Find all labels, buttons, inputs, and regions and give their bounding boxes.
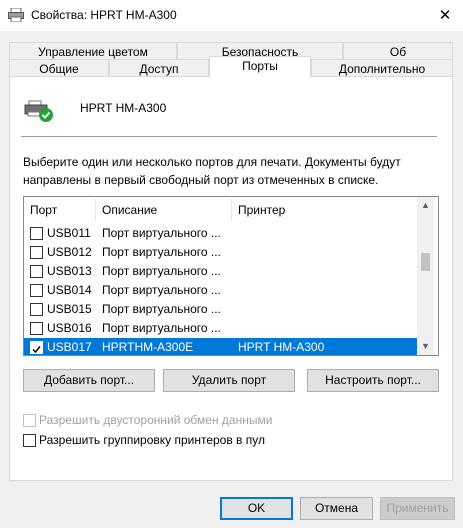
port-description: Порт виртуального ... [102,245,221,259]
port-checkbox[interactable] [30,341,43,354]
port-row[interactable]: USB014 Порт виртуального ... [24,281,417,300]
port-description: Порт виртуального ... [102,264,221,278]
ports-list[interactable]: Порт Описание Принтер USB011 Порт виртуал… [23,196,439,356]
bidirectional-checkbox[interactable] [23,414,36,427]
configure-port-button[interactable]: Настроить порт... [307,369,439,392]
port-row[interactable]: USB017 HPRTHM-A300E HPRT HM-A300 [24,338,417,355]
ok-button[interactable]: OK [220,497,293,520]
printer-ready-icon [24,100,56,124]
port-description: Порт виртуального ... [102,321,221,335]
tab-general[interactable]: Общие [9,59,109,77]
vertical-scrollbar[interactable]: ▲ ▼ [417,197,434,355]
scroll-up-arrow-icon[interactable]: ▲ [417,197,434,214]
port-description: Порт виртуального ... [102,226,221,240]
port-name: USB013 [47,264,92,278]
printer-name: HPRT HM-A300 [80,101,167,115]
close-button[interactable]: ✕ [430,2,460,28]
tab-ports[interactable]: Порты [209,56,311,77]
port-checkbox[interactable] [30,265,43,278]
window-title: Свойства: HPRT HM-A300 [31,8,177,22]
delete-port-button[interactable]: Удалить порт [163,369,295,392]
port-checkbox[interactable] [30,227,43,240]
column-header-port[interactable]: Порт [24,197,95,223]
port-checkbox[interactable] [30,303,43,316]
port-description: Порт виртуального ... [102,283,221,297]
port-row[interactable]: USB012 Порт виртуального ... [24,243,417,262]
port-row[interactable]: USB011 Порт виртуального ... [24,224,417,243]
port-row[interactable]: USB016 Порт виртуального ... [24,319,417,338]
port-checkbox[interactable] [30,246,43,259]
tab-advanced[interactable]: Дополнительно [311,59,453,77]
port-name: USB014 [47,283,92,297]
port-description: HPRTHM-A300E [102,340,194,354]
checkmark-icon [32,346,41,354]
title-bar: Свойства: HPRT HM-A300 ✕ [0,0,463,31]
tab-sharing[interactable]: Доступ [109,59,209,77]
scroll-down-arrow-icon[interactable]: ▼ [417,338,434,355]
port-checkbox[interactable] [30,322,43,335]
port-name: USB012 [47,245,92,259]
port-name: USB016 [47,321,92,335]
port-checkbox[interactable] [30,284,43,297]
port-description: Порт виртуального ... [102,302,221,316]
port-row[interactable]: USB013 Порт виртуального ... [24,262,417,281]
tab-about[interactable]: Об [343,42,453,60]
port-name: USB011 [47,226,91,240]
pooling-label: Разрешить группировку принтеров в пул [39,433,266,447]
port-printer: HPRT HM-A300 [238,340,325,354]
column-header-description[interactable]: Описание [96,197,231,223]
separator [21,136,437,137]
ports-description: Выберите один или несколько портов для п… [23,155,401,187]
port-name: USB017 [47,340,92,354]
printer-icon [8,7,24,23]
tab-color-management[interactable]: Управление цветом [9,42,177,60]
column-header-printer[interactable]: Принтер [232,197,417,223]
add-port-button[interactable]: Добавить порт... [23,369,155,392]
scroll-thumb[interactable] [421,253,430,271]
port-name: USB015 [47,302,92,316]
port-row[interactable]: USB015 Порт виртуального ... [24,300,417,319]
apply-button[interactable]: Применить [380,497,455,520]
bidirectional-label: Разрешить двусторонний обмен данными [39,413,273,427]
cancel-button[interactable]: Отмена [300,497,373,520]
pooling-checkbox[interactable] [23,434,36,447]
